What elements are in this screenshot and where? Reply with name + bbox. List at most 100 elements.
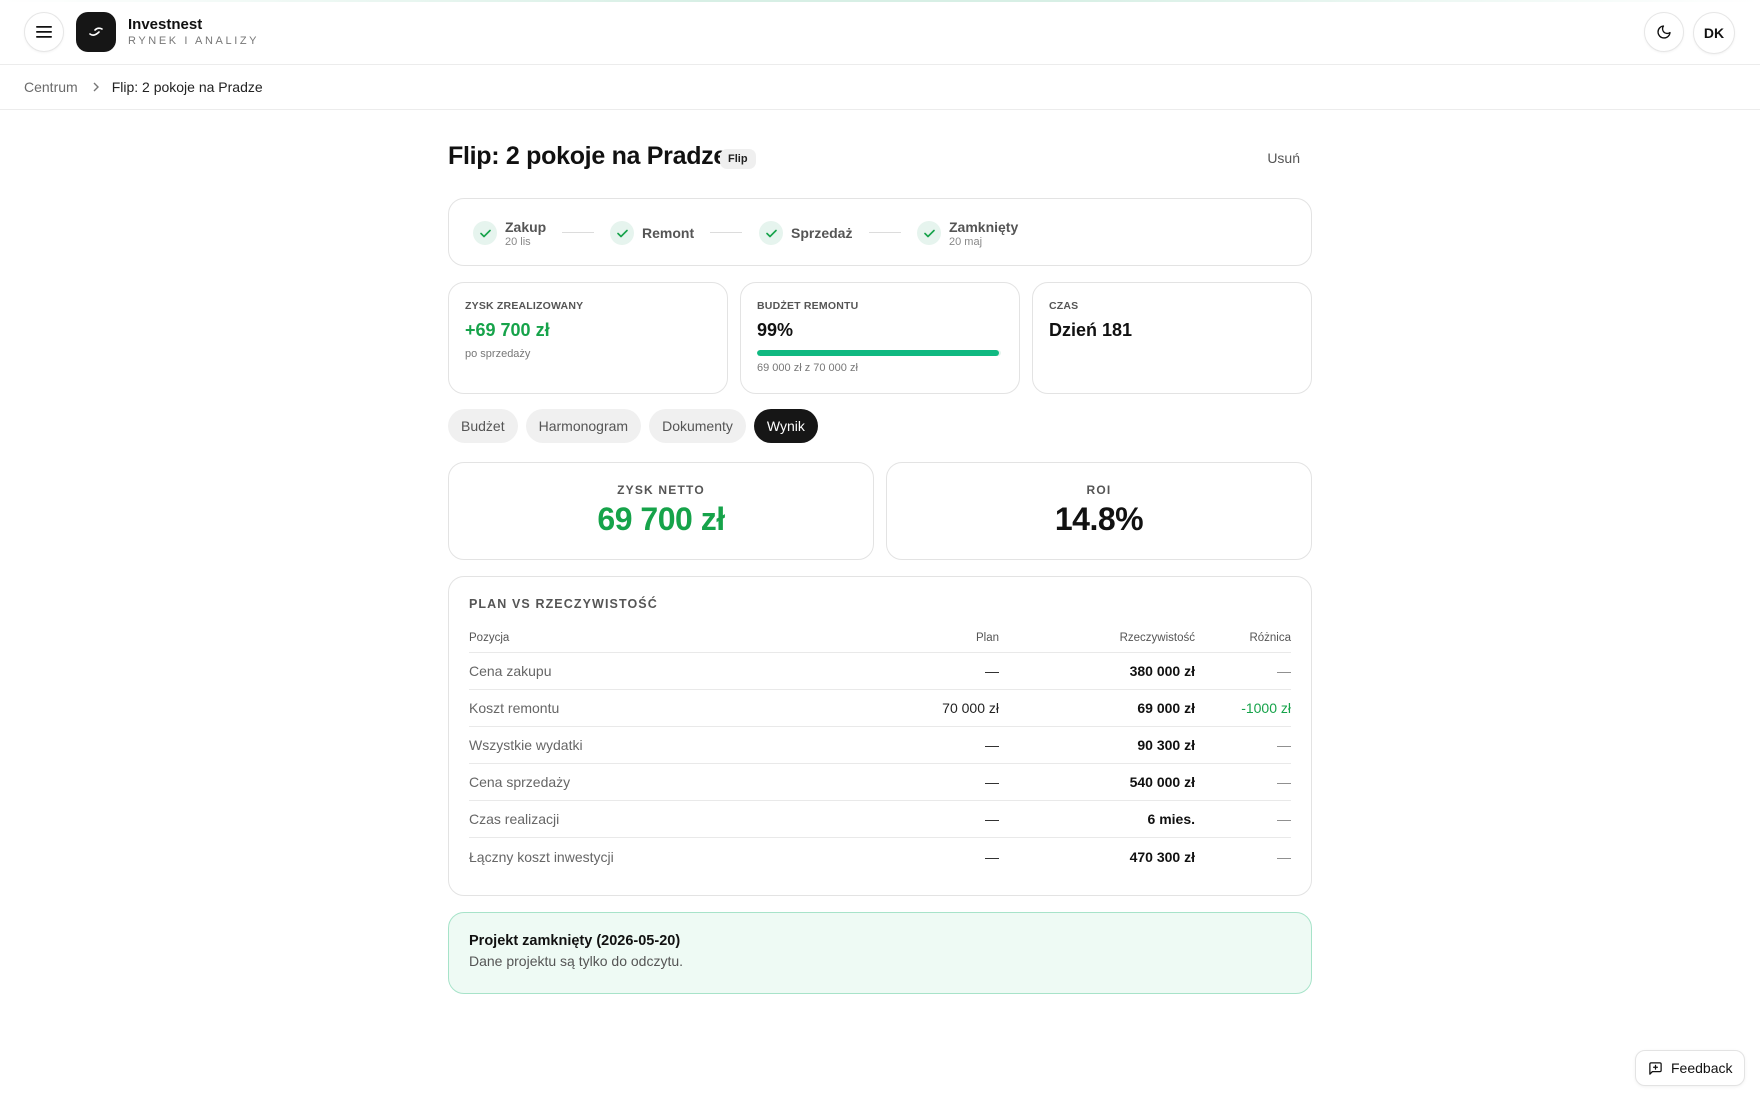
stat-card-profit: ZYSK ZREALIZOWANY +69 700 zł po sprzedaż… xyxy=(448,282,728,394)
message-square-icon xyxy=(1649,1061,1662,1075)
moon-icon xyxy=(1657,25,1671,39)
tab-dokumenty[interactable]: Dokumenty xyxy=(649,409,746,443)
cell-plan: 70 000 zł xyxy=(942,700,999,716)
cell-item: Koszt remontu xyxy=(469,700,560,716)
stat-card-time: CZAS Dzień 181 xyxy=(1032,282,1312,394)
stat-card-budget: BUDŻET REMONTU 99% 69 000 zł z 70 000 zł xyxy=(740,282,1020,394)
menu-button[interactable] xyxy=(24,12,64,52)
plan-vs-actual-card: PLAN VS RZECZYWISTOŚĆ Pozycja Plan Rzecz… xyxy=(448,576,1312,896)
menu-icon xyxy=(36,26,52,38)
column-header: Plan xyxy=(975,631,999,644)
cell-item: Łączny koszt inwestycji xyxy=(469,848,614,865)
kpi-value: 14.8% xyxy=(1054,501,1144,537)
budget-progress-bar xyxy=(757,350,1001,356)
kpi-label: ROI xyxy=(1086,483,1112,497)
title-row: Flip: 2 pokoje na Pradze Flip Usuń xyxy=(448,142,1312,182)
project-closed-banner: Projekt zamknięty (2026-05-20) Dane proj… xyxy=(448,912,1312,994)
step-label: Zakup xyxy=(505,218,547,235)
cell-diff: — xyxy=(1277,774,1291,790)
page-title: Flip: 2 pokoje na Pradze xyxy=(448,142,727,170)
delete-button[interactable]: Usuń xyxy=(1267,150,1300,166)
step-date: 20 maj xyxy=(949,235,983,248)
cell-actual: 6 mies. xyxy=(1147,811,1195,827)
stat-sub: 69 000 zł z 70 000 zł xyxy=(757,362,858,374)
user-avatar[interactable]: DK xyxy=(1693,12,1735,54)
brand-name: Investnest xyxy=(128,16,203,33)
stat-label: BUDŻET REMONTU xyxy=(757,300,859,312)
cell-diff: — xyxy=(1277,737,1291,753)
cell-actual: 69 000 zł xyxy=(1137,700,1195,716)
step-connector xyxy=(562,232,594,233)
stat-label: ZYSK ZREALIZOWANY xyxy=(465,300,584,312)
cell-actual: 380 000 zł xyxy=(1129,663,1195,679)
step-date: 20 lis xyxy=(505,235,531,248)
feedback-button[interactable]: Feedback xyxy=(1635,1050,1746,1086)
stat-value: Dzień 181 xyxy=(1049,320,1133,340)
kpi-label: ZYSK NETTO xyxy=(617,483,705,497)
brand-subtitle: RYNEK I ANALIZY xyxy=(128,35,260,47)
cell-plan: — xyxy=(985,663,999,679)
cell-plan: — xyxy=(985,848,999,865)
step-remont: Remont xyxy=(610,199,694,267)
cell-item: Wszystkie wydatki xyxy=(469,737,583,753)
theme-toggle-button[interactable] xyxy=(1644,12,1684,52)
chevron-right-icon xyxy=(92,80,100,95)
table-row: Wszystkie wydatki — 90 300 zł — xyxy=(469,727,1291,764)
kpi-card-roi: ROI 14.8% xyxy=(886,462,1312,560)
cell-plan: — xyxy=(985,811,999,827)
step-connector xyxy=(869,232,901,233)
cell-item: Cena sprzedaży xyxy=(469,774,571,790)
cell-item: Czas realizacji xyxy=(469,811,560,827)
table-heading: PLAN VS RZECZYWISTOŚĆ xyxy=(469,597,658,611)
table-row: Cena zakupu — 380 000 zł — xyxy=(469,653,1291,690)
table-row: Koszt remontu 70 000 zł 69 000 zł -1000 zł xyxy=(469,690,1291,727)
table-body: Cena zakupu — 380 000 zł — Koszt remontu 70 0… xyxy=(469,653,1291,875)
step-zamkniety: Zamknięty 20 maj xyxy=(917,199,1018,267)
cell-plan: — xyxy=(985,774,999,790)
step-zakup: Zakup 20 lis xyxy=(473,199,546,267)
cell-diff: — xyxy=(1277,848,1291,865)
cell-actual: 470 300 zł xyxy=(1129,848,1195,865)
closed-banner-text: Dane projektu są tylko do odczytu. xyxy=(469,953,684,969)
table-row: Łączny koszt inwestycji — 470 300 zł — xyxy=(469,838,1291,875)
breadcrumb-current: Flip: 2 pokoje na Pradze xyxy=(111,79,263,95)
closed-banner-title: Projekt zamknięty (2026-05-20) xyxy=(469,933,681,949)
stat-label: CZAS xyxy=(1049,300,1079,312)
budget-progress-fill xyxy=(757,350,999,356)
project-type-badge: Flip xyxy=(720,149,756,169)
column-header: Rzeczywistość xyxy=(1119,631,1195,644)
step-label: Remont xyxy=(642,225,695,241)
stat-value: 99% xyxy=(757,320,794,340)
step-label: Sprzedaż xyxy=(791,225,853,241)
cell-actual: 540 000 zł xyxy=(1129,774,1195,790)
cell-actual: 90 300 zł xyxy=(1137,737,1195,753)
table-row: Cena sprzedaży — 540 000 zł — xyxy=(469,764,1291,801)
breadcrumb: Centrum Flip: 2 pokoje na Pradze xyxy=(0,65,1760,110)
column-header: Różnica xyxy=(1249,631,1291,644)
table-header: Pozycja Plan Rzeczywistość Różnica xyxy=(469,623,1291,653)
app-header: Investnest RYNEK I ANALIZY DK xyxy=(0,0,1760,65)
check-icon xyxy=(917,221,941,245)
logo[interactable] xyxy=(76,12,116,52)
tab-harmonogram[interactable]: Harmonogram xyxy=(525,409,642,443)
feedback-label: Feedback xyxy=(1671,1060,1733,1076)
tab-budzet[interactable]: Budżet xyxy=(448,409,518,443)
kpi-card-net-profit: ZYSK NETTO 69 700 zł xyxy=(448,462,874,560)
table-row: Czas realizacji — 6 mies. — xyxy=(469,801,1291,838)
cell-diff: — xyxy=(1277,663,1291,679)
stat-value: +69 700 zł xyxy=(465,320,550,340)
plan-vs-actual-table: Pozycja Plan Rzeczywistość Różnica Cena … xyxy=(469,623,1291,875)
step-label: Zamknięty xyxy=(949,218,1019,235)
check-icon xyxy=(759,221,783,245)
check-icon xyxy=(610,221,634,245)
stat-sub: po sprzedaży xyxy=(465,348,531,360)
cell-plan: — xyxy=(985,737,999,753)
breadcrumb-root-link[interactable]: Centrum xyxy=(24,79,78,95)
column-header: Pozycja xyxy=(469,631,510,644)
project-stepper: Zakup 20 lis Remont Sprzedaż Zamknięty 2… xyxy=(448,198,1312,266)
tab-wynik[interactable]: Wynik xyxy=(753,409,818,443)
cell-item: Cena zakupu xyxy=(469,663,552,679)
cell-diff: — xyxy=(1277,811,1291,827)
kpi-value: 69 700 zł xyxy=(597,501,725,537)
logo-icon xyxy=(89,27,103,36)
